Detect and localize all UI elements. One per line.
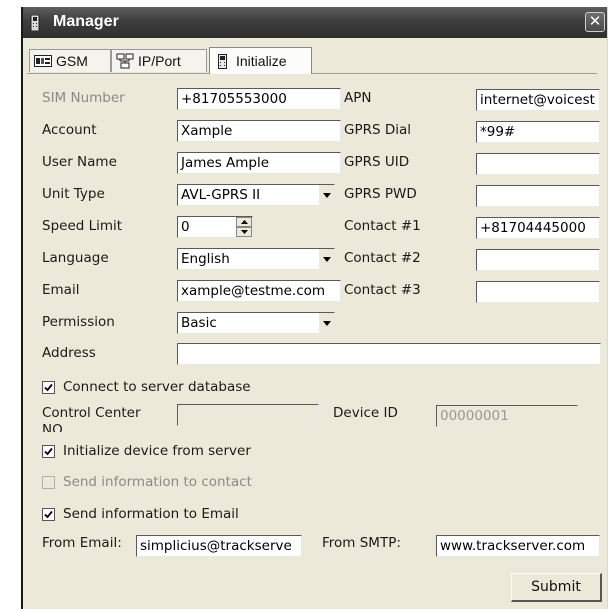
spin-up-icon[interactable] <box>236 217 252 227</box>
unit-type-select[interactable]: AVL-GPRS II <box>177 184 335 206</box>
device-id-input[interactable]: 00000001 <box>436 405 578 427</box>
control-center-label: Control Center <box>42 405 141 421</box>
gprs-dial-label: GPRS Dial <box>344 122 412 138</box>
permission-value: Basic <box>181 315 217 331</box>
send-contact-checkbox[interactable] <box>42 476 55 489</box>
contact2-input[interactable] <box>476 249 600 271</box>
speed-limit-value: 0 <box>181 219 190 235</box>
language-select[interactable]: English <box>177 248 335 270</box>
tab-bar: GSM IP/Port Initialize <box>27 47 607 74</box>
contact1-input[interactable]: +81704445000 <box>476 217 600 239</box>
chevron-down-icon[interactable] <box>318 313 334 333</box>
tab-ip-port[interactable]: IP/Port <box>111 49 207 72</box>
apn-label: APN <box>344 90 372 106</box>
spin-down-icon[interactable] <box>236 227 252 237</box>
tab-gsm-label: GSM <box>56 53 88 69</box>
speed-limit-stepper[interactable]: 0 <box>177 216 253 238</box>
connect-server-label[interactable]: Connect to server database <box>63 379 251 395</box>
unit-type-label: Unit Type <box>42 186 105 202</box>
send-contact-label[interactable]: Send information to contact <box>63 474 252 490</box>
connect-server-checkbox[interactable] <box>42 381 55 394</box>
from-smtp-input[interactable]: www.trackserver.com <box>436 535 600 557</box>
tab-initialize-label: Initialize <box>236 53 287 69</box>
tab-initialize[interactable]: Initialize <box>209 47 312 74</box>
from-email-input[interactable]: simplicius@trackserve <box>136 535 302 557</box>
chevron-down-icon[interactable] <box>318 185 334 205</box>
contact3-input[interactable] <box>476 281 600 303</box>
control-center-input[interactable] <box>177 404 319 426</box>
account-label: Account <box>42 122 97 138</box>
submit-button[interactable]: Submit <box>511 573 602 602</box>
contact1-label: Contact #1 <box>344 218 421 234</box>
checkmark-icon <box>44 447 53 456</box>
gprs-pwd-label: GPRS PWD <box>344 186 417 202</box>
address-label: Address <box>42 345 96 361</box>
window-title: Manager <box>53 13 119 30</box>
checkmark-icon <box>44 383 53 392</box>
send-email-label[interactable]: Send information to Email <box>63 506 239 522</box>
device-icon <box>30 15 40 31</box>
gprs-dial-input[interactable]: *99# <box>476 121 600 143</box>
chevron-down-icon[interactable] <box>318 249 334 269</box>
contact2-label: Contact #2 <box>344 250 421 266</box>
sim-number-input[interactable]: +81705553000 <box>177 88 341 110</box>
send-email-checkbox[interactable] <box>42 508 55 521</box>
gprs-uid-input[interactable] <box>476 153 600 175</box>
email-input[interactable]: xample@testme.com <box>177 280 341 302</box>
contact3-label: Contact #3 <box>344 282 421 298</box>
close-button[interactable]: ✕ <box>585 12 605 32</box>
title-bar[interactable]: Manager ✕ <box>23 7 607 38</box>
user-name-label: User Name <box>42 154 117 170</box>
language-value: English <box>181 251 230 267</box>
gprs-uid-label: GPRS UID <box>344 154 410 170</box>
control-center-label-overflow: NO <box>42 422 63 432</box>
email-label: Email <box>42 282 80 298</box>
permission-select[interactable]: Basic <box>177 312 335 334</box>
from-smtp-label: From SMTP: <box>322 535 401 551</box>
user-name-input[interactable]: James Ample <box>177 152 341 174</box>
unit-type-value: AVL-GPRS II <box>181 187 261 203</box>
gprs-pwd-input[interactable] <box>476 185 600 207</box>
language-label: Language <box>42 250 109 266</box>
manager-window: Manager ✕ GSM IP/Port Initialize SIM Num… <box>21 7 608 609</box>
tab-gsm[interactable]: GSM <box>29 49 111 72</box>
apn-input[interactable]: internet@voicest <box>476 89 600 111</box>
permission-label: Permission <box>42 314 115 330</box>
network-icon <box>116 53 134 69</box>
spin-buttons[interactable] <box>236 217 252 237</box>
address-input[interactable] <box>177 343 601 365</box>
checkmark-icon <box>44 510 53 519</box>
device-icon <box>218 53 227 69</box>
sim-number-label: SIM Number <box>42 90 125 106</box>
initialize-device-checkbox[interactable] <box>42 445 55 458</box>
tab-divider <box>27 73 597 74</box>
from-email-label: From Email: <box>42 535 122 551</box>
close-icon: ✕ <box>588 12 602 30</box>
sim-card-icon <box>34 55 52 67</box>
speed-limit-label: Speed Limit <box>42 218 123 234</box>
account-input[interactable]: Xample <box>177 120 341 142</box>
device-id-label: Device ID <box>333 405 398 421</box>
tab-ip-port-label: IP/Port <box>138 53 181 69</box>
initialize-device-label[interactable]: Initialize device from server <box>63 443 251 459</box>
